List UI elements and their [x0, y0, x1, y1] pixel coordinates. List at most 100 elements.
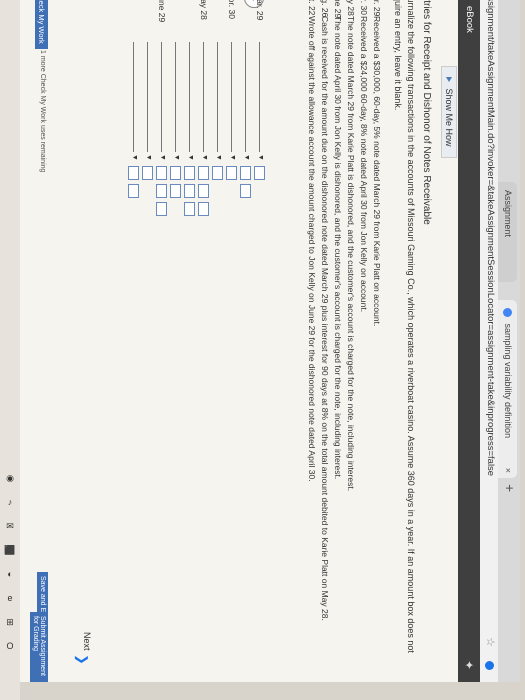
- account-select[interactable]: [231, 42, 232, 152]
- journal-date: May 28: [199, 0, 209, 20]
- amount-input[interactable]: [254, 166, 265, 180]
- bookmark-star-icon[interactable]: ☆: [484, 637, 497, 647]
- amount-input[interactable]: [240, 184, 251, 198]
- chevron-down-icon[interactable]: ▼: [243, 154, 250, 161]
- address-bar[interactable]: Assignment/takeAssignmentMain.do?invoker…: [479, 0, 498, 682]
- journal-table: Mar. 29 ▼ ▼ Apr. 30 ▼ ▼ May 28 ▼ ▼ ▼ June 29 ▼ ▼ ▼: [126, 0, 266, 288]
- amount-input[interactable]: [212, 166, 223, 180]
- journal-row: Apr. 30 ▼: [224, 0, 238, 288]
- journal-row: May 28 ▼: [196, 0, 210, 288]
- problem-content: Entries for Receipt and Dishonor of Note…: [305, 0, 432, 668]
- profile-icon[interactable]: [485, 661, 494, 670]
- chevron-down-icon[interactable]: ▼: [187, 154, 194, 161]
- chevron-down-icon[interactable]: ▼: [145, 154, 152, 161]
- tab-label-assignment: Assignment: [503, 190, 513, 238]
- journal-date: Apr. 30: [227, 0, 237, 19]
- account-select[interactable]: [189, 42, 190, 152]
- show-me-how-button[interactable]: Show Me How: [441, 66, 457, 158]
- amount-input[interactable]: [184, 166, 195, 180]
- transaction-date: May 28: [346, 0, 356, 16]
- account-select[interactable]: [133, 42, 134, 152]
- account-select[interactable]: [203, 42, 204, 152]
- tab-search[interactable]: sampling variability definition ×: [498, 300, 517, 478]
- play-icon: [446, 77, 452, 82]
- journal-row: ▼: [140, 0, 154, 288]
- account-select[interactable]: [245, 42, 246, 152]
- account-select[interactable]: [217, 42, 218, 152]
- journal-row: ▼: [182, 0, 196, 288]
- transaction-text: Received a $30,000, 60-day, 5% note date…: [372, 16, 382, 327]
- footer-bar: Check My Work 1 more Check My Work uses …: [30, 0, 52, 682]
- account-select[interactable]: [147, 42, 148, 152]
- amount-input[interactable]: [184, 202, 195, 216]
- show-me-how-label: Show Me How: [444, 88, 454, 147]
- account-select[interactable]: [175, 42, 176, 152]
- problem-instructions: Journalize the following transactions in…: [393, 0, 416, 653]
- tab-assignment[interactable]: Assignment: [498, 182, 517, 282]
- taskbar-app-icon[interactable]: ⊞: [4, 616, 16, 628]
- close-icon[interactable]: ×: [498, 468, 517, 473]
- transaction-row: Aug. 26Cash is received for the amount d…: [318, 0, 331, 668]
- next-label[interactable]: Next: [82, 632, 92, 651]
- next-arrow-icon[interactable]: ❯: [74, 654, 90, 665]
- amount-input[interactable]: [198, 202, 209, 216]
- amount-input[interactable]: [198, 166, 209, 180]
- star-icon[interactable]: ✦: [462, 660, 476, 670]
- ebook-link[interactable]: eBook: [464, 6, 475, 33]
- amount-input[interactable]: [184, 184, 195, 198]
- transaction-text: Cash is received for the amount due on t…: [320, 16, 330, 621]
- transaction-row: Oct. 22Wrote off against the allowance a…: [305, 0, 318, 668]
- chevron-down-icon[interactable]: ▼: [201, 154, 208, 161]
- browser-tabbar: Assignment sampling variability definiti…: [498, 0, 520, 682]
- transaction-row: June 29The note dated April 30 from Jon …: [331, 0, 344, 668]
- journal-date: June 29: [157, 0, 167, 23]
- transaction-date: Apr. 30: [359, 0, 369, 15]
- chevron-down-icon[interactable]: ▼: [131, 154, 138, 161]
- amount-input[interactable]: [156, 184, 167, 198]
- chevron-down-icon[interactable]: ▼: [159, 154, 166, 161]
- journal-date: Mar. 29: [255, 0, 265, 21]
- journal-row: ▼: [238, 0, 252, 288]
- transaction-date: Oct. 22: [307, 0, 317, 16]
- taskbar-app-icon[interactable]: ⬛: [4, 544, 16, 556]
- taskbar-app-icon[interactable]: ✉: [4, 520, 16, 532]
- chevron-down-icon[interactable]: ▼: [229, 154, 236, 161]
- journal-row: ▼: [210, 0, 224, 288]
- amount-input[interactable]: [156, 166, 167, 180]
- amount-input[interactable]: [240, 166, 251, 180]
- transaction-text: Wrote off against the allowance account …: [307, 16, 317, 482]
- transaction-list: Mar. 29Received a $30,000, 60-day, 5% no…: [305, 0, 383, 668]
- chevron-down-icon[interactable]: ▼: [215, 154, 222, 161]
- remaining-uses-text: 1 more Check My Work uses remaining: [39, 50, 46, 173]
- account-select[interactable]: [259, 42, 260, 152]
- transaction-date: Aug. 26: [320, 0, 330, 18]
- taskbar-app-icon[interactable]: ◉: [4, 472, 16, 484]
- amount-input[interactable]: [156, 202, 167, 216]
- amount-input[interactable]: [198, 184, 209, 198]
- taskbar-app-icon[interactable]: e: [4, 592, 16, 604]
- transaction-text: The note dated April 30 from Jon Kelly i…: [333, 16, 343, 480]
- amount-input[interactable]: [170, 166, 181, 180]
- account-select[interactable]: [161, 42, 162, 152]
- journal-row: June 29 ▼: [154, 0, 168, 288]
- transaction-text: The note dated March 29 from Karie Platt…: [346, 16, 356, 492]
- rotated-screen: Assignment sampling variability definiti…: [20, 0, 520, 682]
- amount-input[interactable]: [128, 184, 139, 198]
- amount-input[interactable]: [226, 166, 237, 180]
- check-my-work-button[interactable]: Check My Work: [35, 0, 48, 49]
- url-text[interactable]: Assignment/takeAssignmentMain.do?invoker…: [485, 0, 496, 476]
- new-tab-button[interactable]: +: [502, 484, 518, 492]
- tab-label-search: sampling variability definition: [503, 323, 513, 439]
- google-icon: [502, 308, 512, 317]
- transaction-date: June 29: [333, 0, 343, 19]
- chevron-down-icon[interactable]: ▼: [173, 154, 180, 161]
- taskbar-app-icon[interactable]: O: [4, 640, 16, 652]
- submit-assignment-button[interactable]: Submit Assignment for Grading: [30, 612, 48, 682]
- amount-input[interactable]: [128, 166, 139, 180]
- chevron-down-icon[interactable]: ▼: [257, 154, 264, 161]
- amount-input[interactable]: [142, 166, 153, 180]
- amount-input[interactable]: [170, 184, 181, 198]
- transaction-row: Apr. 30Received a $24,000 60-day, 8% not…: [357, 0, 370, 668]
- taskbar-app-icon[interactable]: ♪: [4, 496, 16, 508]
- taskbar-app-icon[interactable]: ◐: [4, 568, 16, 580]
